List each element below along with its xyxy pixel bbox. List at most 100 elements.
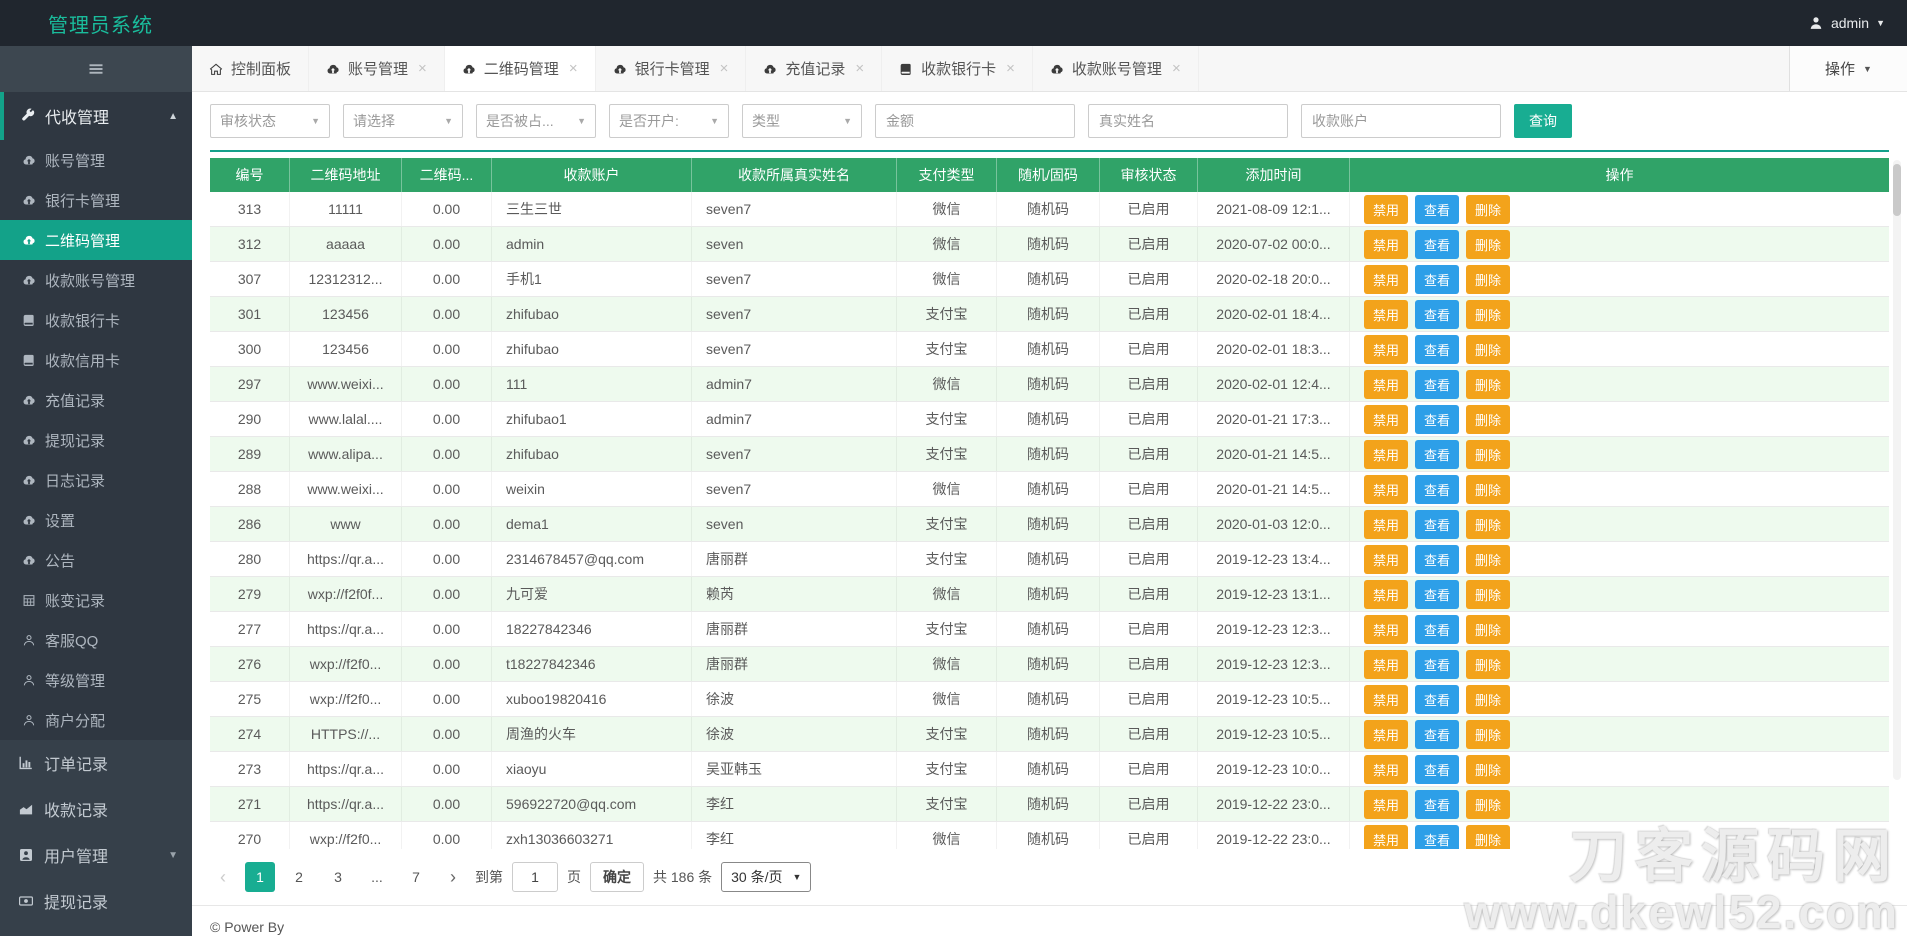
sidebar-item-提现记录[interactable]: 提现记录: [0, 420, 192, 460]
disable-button[interactable]: 禁用: [1364, 649, 1409, 679]
disable-button[interactable]: 禁用: [1364, 579, 1409, 609]
delete-button[interactable]: 删除: [1466, 579, 1511, 609]
disable-button[interactable]: 禁用: [1364, 509, 1409, 539]
tab-银行卡管理[interactable]: 银行卡管理 ×: [596, 46, 747, 91]
view-button[interactable]: 查看: [1415, 264, 1460, 294]
delete-button[interactable]: 删除: [1466, 299, 1511, 329]
page-button-7[interactable]: 7: [401, 862, 431, 892]
disable-button[interactable]: 禁用: [1364, 474, 1409, 504]
disable-button[interactable]: 禁用: [1364, 299, 1409, 329]
sidebar-item-daishou-guanli[interactable]: 代收管理 ▲: [0, 92, 192, 140]
close-icon[interactable]: ×: [418, 60, 427, 77]
delete-button[interactable]: 删除: [1466, 824, 1511, 849]
delete-button[interactable]: 删除: [1466, 684, 1511, 714]
tab-收款账号管理[interactable]: 收款账号管理 ×: [1033, 46, 1199, 91]
view-button[interactable]: 查看: [1415, 229, 1460, 259]
disable-button[interactable]: 禁用: [1364, 719, 1409, 749]
filter-select-请选择[interactable]: 请选择 ▼: [343, 104, 463, 138]
delete-button[interactable]: 删除: [1466, 334, 1511, 364]
disable-button[interactable]: 禁用: [1364, 194, 1409, 224]
sidebar-item-客服QQ[interactable]: 客服QQ: [0, 620, 192, 660]
sidebar-item-等级管理[interactable]: 等级管理: [0, 660, 192, 700]
goto-page-input[interactable]: [512, 862, 558, 892]
close-icon[interactable]: ×: [569, 60, 578, 77]
filter-input-金额[interactable]: [875, 104, 1075, 138]
delete-button[interactable]: 删除: [1466, 754, 1511, 784]
sidebar-item-二维码管理[interactable]: 二维码管理: [0, 220, 192, 260]
user-menu[interactable]: admin ▼: [1808, 15, 1885, 31]
view-button[interactable]: 查看: [1415, 194, 1460, 224]
view-button[interactable]: 查看: [1415, 684, 1460, 714]
page-button-2[interactable]: 2: [284, 862, 314, 892]
disable-button[interactable]: 禁用: [1364, 369, 1409, 399]
view-button[interactable]: 查看: [1415, 544, 1460, 574]
view-button[interactable]: 查看: [1415, 614, 1460, 644]
prev-page-button[interactable]: ‹: [210, 867, 236, 888]
disable-button[interactable]: 禁用: [1364, 754, 1409, 784]
disable-button[interactable]: 禁用: [1364, 229, 1409, 259]
view-button[interactable]: 查看: [1415, 334, 1460, 364]
sidebar-item-设置[interactable]: 设置: [0, 500, 192, 540]
page-button-3[interactable]: 3: [323, 862, 353, 892]
delete-button[interactable]: 删除: [1466, 544, 1511, 574]
filter-select-类型[interactable]: 类型 ▼: [742, 104, 862, 138]
page-button-1[interactable]: 1: [245, 862, 275, 892]
sidebar-item-用户管理[interactable]: 用户管理 ▼: [0, 832, 192, 878]
actions-dropdown-button[interactable]: 操作 ▼: [1789, 46, 1907, 91]
tab-控制面板[interactable]: 控制面板: [192, 46, 310, 91]
close-icon[interactable]: ×: [720, 60, 729, 77]
sidebar-item-公告[interactable]: 公告: [0, 540, 192, 580]
view-button[interactable]: 查看: [1415, 824, 1460, 849]
filter-input-收款账户[interactable]: [1301, 104, 1501, 138]
delete-button[interactable]: 删除: [1466, 439, 1511, 469]
view-button[interactable]: 查看: [1415, 369, 1460, 399]
view-button[interactable]: 查看: [1415, 719, 1460, 749]
tab-充值记录[interactable]: 充值记录 ×: [746, 46, 883, 91]
close-icon[interactable]: ×: [1006, 60, 1015, 77]
view-button[interactable]: 查看: [1415, 439, 1460, 469]
view-button[interactable]: 查看: [1415, 789, 1460, 819]
filter-select-是否被占[interactable]: 是否被占... ▼: [476, 104, 596, 138]
view-button[interactable]: 查看: [1415, 299, 1460, 329]
sidebar-item-充值记录[interactable]: 充值记录: [0, 380, 192, 420]
view-button[interactable]: 查看: [1415, 579, 1460, 609]
close-icon[interactable]: ×: [1172, 60, 1181, 77]
page-size-select[interactable]: 30 条/页 ▼: [721, 862, 812, 892]
sidebar-item-收款账号管理[interactable]: 收款账号管理: [0, 260, 192, 300]
sidebar-item-收款信用卡[interactable]: 收款信用卡: [0, 340, 192, 380]
delete-button[interactable]: 删除: [1466, 509, 1511, 539]
sidebar-item-收款记录[interactable]: 收款记录: [0, 786, 192, 832]
filter-select-是否开户[interactable]: 是否开户: ▼: [609, 104, 729, 138]
filter-input-真实姓名[interactable]: [1088, 104, 1288, 138]
delete-button[interactable]: 删除: [1466, 789, 1511, 819]
sidebar-toggle-button[interactable]: [0, 46, 192, 92]
disable-button[interactable]: 禁用: [1364, 824, 1409, 849]
delete-button[interactable]: 删除: [1466, 194, 1511, 224]
sidebar-item-订单记录[interactable]: 订单记录: [0, 740, 192, 786]
view-button[interactable]: 查看: [1415, 474, 1460, 504]
delete-button[interactable]: 删除: [1466, 614, 1511, 644]
sidebar-item-提现记录[interactable]: 提现记录: [0, 878, 192, 924]
delete-button[interactable]: 删除: [1466, 719, 1511, 749]
disable-button[interactable]: 禁用: [1364, 614, 1409, 644]
tab-账号管理[interactable]: 账号管理 ×: [309, 46, 445, 91]
close-icon[interactable]: ×: [855, 60, 864, 77]
tab-收款银行卡[interactable]: 收款银行卡 ×: [882, 46, 1033, 91]
disable-button[interactable]: 禁用: [1364, 544, 1409, 574]
delete-button[interactable]: 删除: [1466, 369, 1511, 399]
delete-button[interactable]: 删除: [1466, 474, 1511, 504]
delete-button[interactable]: 删除: [1466, 229, 1511, 259]
sidebar-item-日志记录[interactable]: 日志记录: [0, 460, 192, 500]
view-button[interactable]: 查看: [1415, 509, 1460, 539]
delete-button[interactable]: 删除: [1466, 404, 1511, 434]
filter-select-审核状态[interactable]: 审核状态 ▼: [210, 104, 330, 138]
disable-button[interactable]: 禁用: [1364, 404, 1409, 434]
disable-button[interactable]: 禁用: [1364, 684, 1409, 714]
disable-button[interactable]: 禁用: [1364, 439, 1409, 469]
sidebar-item-账号管理[interactable]: 账号管理: [0, 140, 192, 180]
sidebar-item-账变记录[interactable]: 账变记录: [0, 580, 192, 620]
disable-button[interactable]: 禁用: [1364, 264, 1409, 294]
next-page-button[interactable]: ›: [440, 867, 466, 888]
tab-二维码管理[interactable]: 二维码管理 ×: [444, 46, 596, 91]
sidebar-item-银行卡管理[interactable]: 银行卡管理: [0, 180, 192, 220]
